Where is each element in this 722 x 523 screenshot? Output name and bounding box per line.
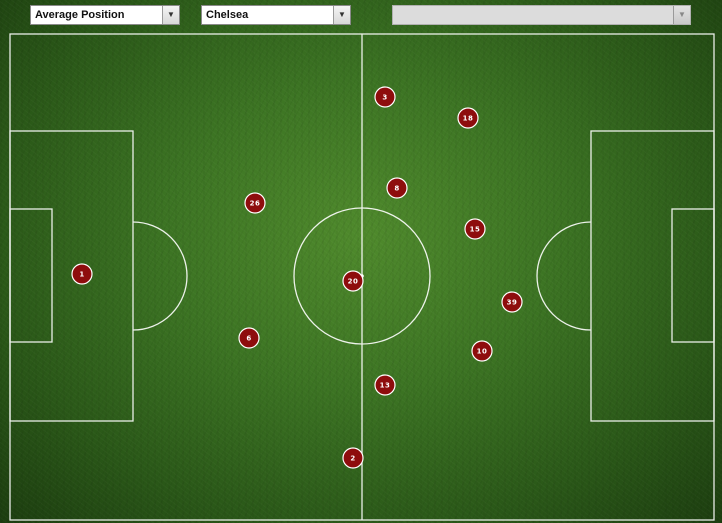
player-select-dropdown-button[interactable]: ▼ bbox=[673, 6, 690, 24]
player-number: 10 bbox=[477, 348, 488, 356]
player-marker[interactable]: 26 bbox=[244, 192, 266, 214]
player-marker[interactable]: 13 bbox=[374, 374, 396, 396]
player-marker[interactable]: 10 bbox=[471, 340, 493, 362]
chevron-down-icon: ▼ bbox=[167, 10, 175, 19]
player-marker[interactable]: 18 bbox=[457, 107, 479, 129]
player-number: 8 bbox=[394, 185, 399, 193]
player-number: 3 bbox=[382, 94, 387, 102]
player-number: 2 bbox=[350, 455, 355, 463]
chevron-down-icon: ▼ bbox=[338, 10, 346, 19]
filter-bar: Average Position ▼ Chelsea ▼ ▼ bbox=[0, 0, 722, 32]
player-marker[interactable]: 1 bbox=[71, 263, 93, 285]
left-penalty-arc bbox=[132, 221, 188, 331]
player-marker[interactable]: 6 bbox=[238, 327, 260, 349]
player-marker[interactable]: 2 bbox=[342, 447, 364, 469]
player-number: 18 bbox=[463, 115, 474, 123]
view-select[interactable]: Average Position ▼ bbox=[30, 5, 180, 25]
player-number: 13 bbox=[380, 382, 391, 390]
team-select-value: Chelsea bbox=[206, 9, 249, 21]
player-marker[interactable]: 39 bbox=[501, 291, 523, 313]
team-select[interactable]: Chelsea ▼ bbox=[201, 5, 351, 25]
player-marker[interactable]: 8 bbox=[386, 177, 408, 199]
player-number: 26 bbox=[250, 200, 261, 208]
player-marker[interactable]: 20 bbox=[342, 270, 364, 292]
player-number: 1 bbox=[79, 271, 84, 279]
player-number: 15 bbox=[470, 226, 481, 234]
right-penalty-area bbox=[590, 130, 715, 422]
player-number: 6 bbox=[246, 335, 251, 343]
view-select-value: Average Position bbox=[35, 9, 125, 21]
right-penalty-arc bbox=[536, 221, 592, 331]
view-select-dropdown-button[interactable]: ▼ bbox=[162, 6, 179, 24]
players-layer: 3 18 8 26 15 1 20 39 6 10 13 2 bbox=[71, 86, 523, 469]
player-marker[interactable]: 15 bbox=[464, 218, 486, 240]
player-select[interactable]: ▼ bbox=[392, 5, 691, 25]
team-select-dropdown-button[interactable]: ▼ bbox=[333, 6, 350, 24]
player-number: 20 bbox=[348, 278, 359, 286]
player-number: 39 bbox=[507, 299, 518, 307]
left-goal-area bbox=[9, 208, 53, 343]
right-goal-area bbox=[671, 208, 715, 343]
pitch: 3 18 8 26 15 1 20 39 6 10 13 2 bbox=[9, 33, 715, 521]
chevron-down-icon: ▼ bbox=[678, 10, 686, 19]
left-penalty-area bbox=[9, 130, 134, 422]
player-marker[interactable]: 3 bbox=[374, 86, 396, 108]
